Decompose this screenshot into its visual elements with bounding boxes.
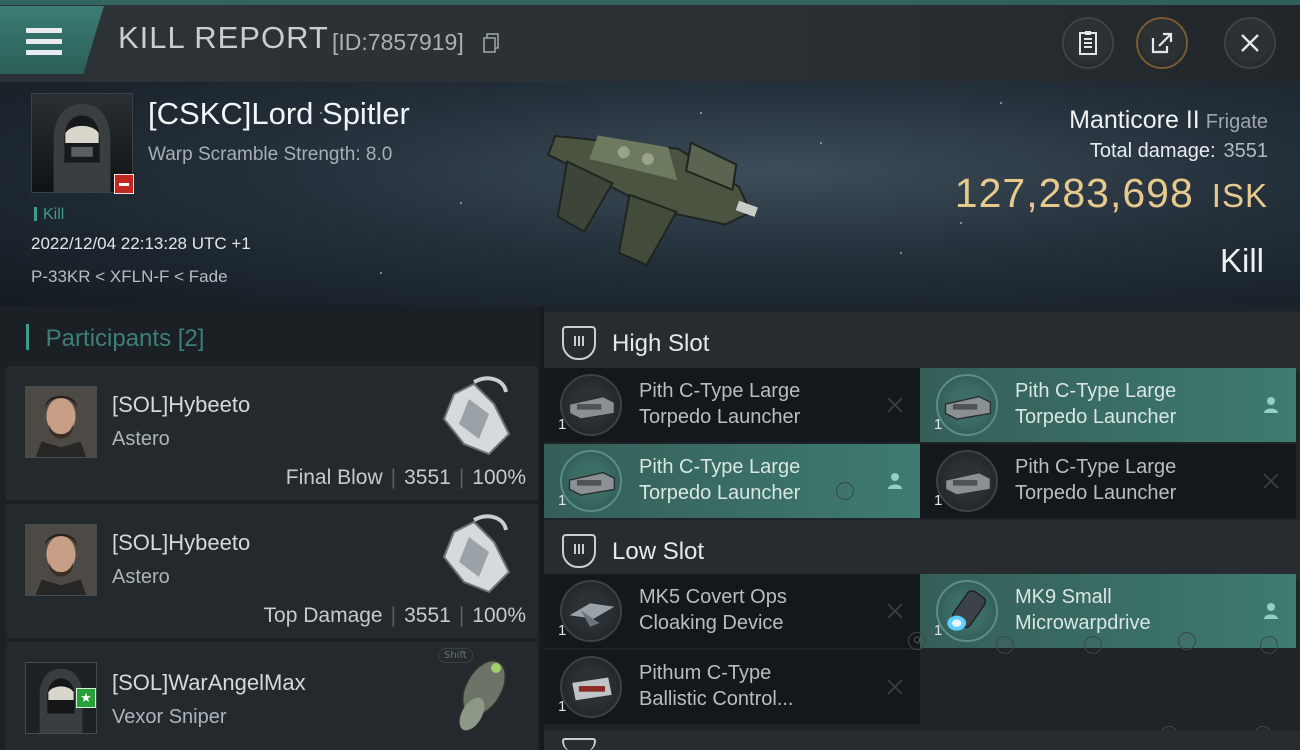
dropped-person-icon	[1260, 600, 1282, 622]
module-item[interactable]: 1 Pith C-Type Large Torpedo Launcher	[544, 368, 920, 442]
microwarpdrive-icon	[936, 580, 998, 642]
destroyed-x-icon	[884, 394, 906, 416]
kill-timestamp: 2022/12/04 22:13:28 UTC +1	[31, 234, 251, 253]
module-quantity: 1	[558, 622, 567, 639]
participant-avatar	[25, 386, 97, 458]
high-slot-title: High Slot	[612, 330, 710, 357]
high-slot-icon	[562, 326, 596, 360]
close-icon	[1241, 34, 1259, 52]
menu-button[interactable]	[0, 6, 104, 74]
participant-ship: Astero	[112, 428, 170, 450]
slot-icon	[562, 738, 596, 750]
module-item[interactable]: 1 MK9 Small Microwarpdrive	[920, 574, 1296, 648]
participant-avatar	[25, 524, 97, 596]
victim-name[interactable]: [CSKC]Lord Spitler	[148, 96, 410, 132]
participants-header: Participants [2]	[26, 324, 205, 353]
participant-ship: Vexor Sniper	[112, 706, 227, 728]
next-slot-header	[544, 730, 1300, 750]
dropped-person-icon	[884, 470, 906, 492]
module-name: Pith C-Type Large Torpedo Launcher	[639, 380, 801, 428]
participant-name: [SOL]Hybeeto	[112, 392, 251, 417]
ballistic-control-icon	[560, 656, 622, 718]
destroyed-x-icon	[1260, 470, 1282, 492]
participant-ship-image	[442, 514, 511, 594]
clipboard-icon	[1079, 31, 1097, 55]
low-slot-title: Low Slot	[612, 538, 705, 565]
module-name: Pithum C-Type Ballistic Control...	[639, 662, 794, 710]
total-damage: Total damage: 3551	[1089, 140, 1268, 162]
module-item[interactable]: 1 Pithum C-Type Ballistic Control...	[544, 650, 920, 724]
cloaking-device-icon	[560, 580, 622, 642]
menu-icon	[26, 28, 62, 58]
destroyed-x-icon	[884, 600, 906, 622]
kill-location[interactable]: P-33KR < XFLN-F < Fade	[31, 267, 228, 287]
module-name: MK9 Small Microwarpdrive	[1015, 586, 1151, 634]
module-quantity: 1	[558, 416, 567, 433]
clipboard-button[interactable]	[1062, 17, 1114, 69]
victim-ship-name[interactable]: Manticore II Frigate	[1069, 106, 1268, 135]
victim-ship-image[interactable]	[520, 102, 780, 292]
share-button[interactable]	[1136, 17, 1188, 69]
module-item[interactable]: 1 Pith C-Type Large Torpedo Launcher F	[544, 444, 920, 518]
participant-stats: Top Damage | 3551 | 100%	[263, 604, 526, 627]
key-hint: E	[1084, 636, 1102, 654]
module-name: Pith C-Type Large Torpedo Launcher	[1015, 380, 1177, 428]
key-hint: W	[996, 636, 1014, 654]
high-slot-header: High Slot	[544, 312, 1300, 372]
module-quantity: 1	[558, 492, 567, 509]
module-name: Pith C-Type Large Torpedo Launcher	[1015, 456, 1177, 504]
torpedo-launcher-icon	[936, 450, 998, 512]
module-name: MK5 Covert Ops Cloaking Device	[639, 586, 787, 634]
warp-scramble-strength: Warp Scramble Strength: 8.0	[148, 144, 393, 165]
destroyed-badge	[114, 174, 134, 194]
participant-stats: Final Blow | 3551 | 100%	[285, 466, 526, 489]
module-quantity: 1	[934, 622, 943, 639]
participant-ship: Astero	[112, 566, 170, 588]
key-hint-f: F	[836, 482, 854, 500]
participant-name: [SOL]Hybeeto	[112, 530, 251, 555]
key-hint: R	[1178, 632, 1196, 650]
share-icon	[1151, 32, 1173, 54]
participant-name: [SOL]WarAngelMax	[112, 670, 306, 695]
top-bar: KILL REPORT [ID:7857919]	[0, 0, 1300, 82]
low-slot-icon	[562, 534, 596, 568]
key-hint: T	[1260, 636, 1278, 654]
fittings-panel: High Slot 1 Pith C-Type Large Torpedo Lau…	[544, 306, 1300, 750]
outcome-label: Kill	[1219, 242, 1264, 279]
destroyed-x-icon	[884, 676, 906, 698]
module-quantity: 1	[558, 698, 567, 715]
low-slot-header: Low Slot	[544, 520, 1300, 580]
torpedo-launcher-icon	[560, 450, 622, 512]
torpedo-launcher-icon	[936, 374, 998, 436]
module-item[interactable]: 1 Pith C-Type Large Torpedo Launcher	[920, 444, 1296, 518]
module-item[interactable]: 1 MK5 Covert Ops Cloaking Device	[544, 574, 920, 648]
copy-icon[interactable]	[482, 33, 500, 53]
report-id: [ID:7857919]	[332, 29, 464, 55]
page-title: KILL REPORT	[118, 20, 329, 55]
module-item[interactable]: 1 Pith C-Type Large Torpedo Launcher	[920, 368, 1296, 442]
participant-ship-image	[459, 659, 507, 731]
isk-value: 127,283,698 ISK	[954, 170, 1268, 216]
key-hint: Q	[908, 632, 926, 650]
participant-row[interactable]: [SOL]Hybeeto Astero Top Damage | 3551 | 100%	[6, 504, 538, 638]
participants-panel: Participants [2] [SOL]Hybeeto Astero Fin…	[0, 306, 540, 750]
dropped-person-icon	[1260, 394, 1282, 416]
participant-row[interactable]: [SOL]Hybeeto Astero Final Blow | 3551 | 100%	[6, 366, 538, 500]
kill-tag: Kill	[34, 206, 64, 224]
module-quantity: 1	[934, 416, 943, 433]
close-button[interactable]	[1224, 17, 1276, 69]
ally-star-icon: ★	[76, 688, 96, 708]
participant-row[interactable]: ★ [SOL]WarAngelMax Vexor Sniper Shift	[6, 642, 538, 750]
module-quantity: 1	[934, 492, 943, 509]
participant-ship-image	[442, 376, 511, 456]
victim-panel: [CSKC]Lord Spitler Warp Scramble Strengt…	[0, 82, 1300, 306]
torpedo-launcher-icon	[560, 374, 622, 436]
